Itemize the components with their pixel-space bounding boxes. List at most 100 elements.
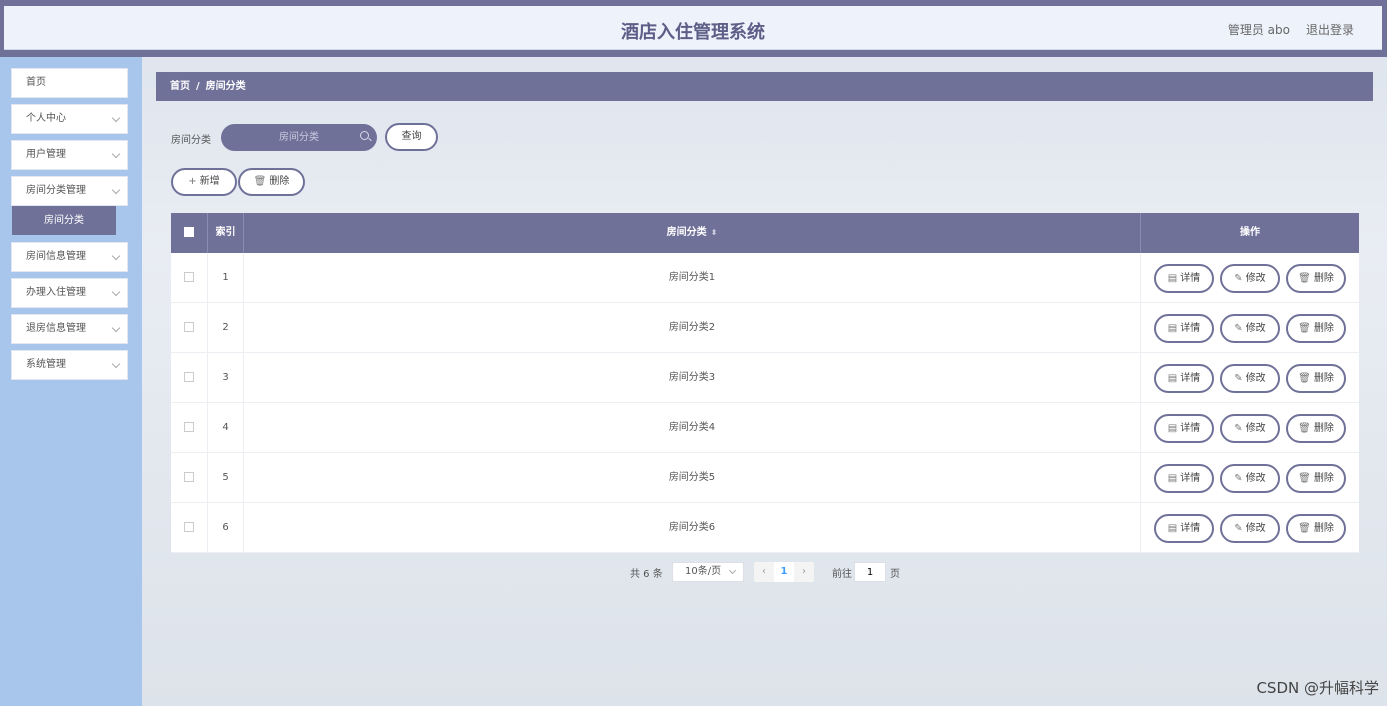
delete-button[interactable]: 🗑 删除 <box>1286 314 1346 343</box>
row-index: 6 <box>208 503 244 553</box>
detail-button-label: 详情 <box>1180 373 1201 384</box>
edit-button[interactable]: ✎ 修改 <box>1220 314 1280 343</box>
delete-button-label: 删除 <box>1313 373 1334 384</box>
document-icon: ▤ <box>1167 273 1178 284</box>
delete-button[interactable]: 🗑 删除 <box>1286 514 1346 543</box>
row-select[interactable] <box>171 253 208 303</box>
sidebar-item-label: 办理入住管理 <box>26 287 86 298</box>
sidebar-item-label: 用户管理 <box>26 149 66 160</box>
logout-link[interactable]: 退出登录 <box>1306 21 1354 38</box>
edit-button-label: 修改 <box>1245 373 1266 384</box>
edit-icon: ✎ <box>1234 523 1243 534</box>
breadcrumb-home[interactable]: 首页 <box>170 81 190 92</box>
row-checkbox[interactable] <box>184 422 194 432</box>
row-actions: ▤ 详情 ✎ 修改 🗑 删除 <box>1141 453 1359 503</box>
breadcrumb-current: 房间分类 <box>205 81 246 92</box>
sidebar-item-users[interactable]: 用户管理 <box>11 140 128 170</box>
row-index: 1 <box>208 253 244 303</box>
delete-button-label: 删除 <box>1313 473 1334 484</box>
delete-button[interactable]: 🗑 删除 <box>1286 414 1346 443</box>
row-checkbox[interactable] <box>184 522 194 532</box>
row-checkbox[interactable] <box>184 322 194 332</box>
edit-button-label: 修改 <box>1245 273 1266 284</box>
edit-button[interactable]: ✎ 修改 <box>1220 364 1280 393</box>
trash-icon: 🗑 <box>253 176 267 187</box>
breadcrumb: 首页 / 房间分类 <box>156 72 1373 101</box>
chevron-down-icon <box>111 287 121 297</box>
detail-button[interactable]: ▤ 详情 <box>1154 364 1214 393</box>
add-button[interactable]: + 新增 <box>171 168 237 196</box>
pagination-total: 共 6 条 <box>630 569 663 580</box>
header-actions: 操作 <box>1240 227 1260 238</box>
row-actions: ▤ 详情 ✎ 修改 🗑 删除 <box>1141 253 1359 303</box>
page-number[interactable]: 1 <box>774 562 794 582</box>
sidebar-item-system[interactable]: 系统管理 <box>11 350 128 380</box>
detail-button[interactable]: ▤ 详情 <box>1154 414 1214 443</box>
delete-button[interactable]: 🗑 删除 <box>1286 264 1346 293</box>
search-icon <box>360 131 369 140</box>
detail-button[interactable]: ▤ 详情 <box>1154 264 1214 293</box>
sidebar-item-checkin[interactable]: 办理入住管理 <box>11 278 128 308</box>
detail-button[interactable]: ▤ 详情 <box>1154 514 1214 543</box>
header-category[interactable]: 房间分类 ⬍ <box>244 213 1141 253</box>
document-icon: ▤ <box>1167 323 1178 334</box>
edit-button[interactable]: ✎ 修改 <box>1220 464 1280 493</box>
header-select-all[interactable] <box>171 213 208 253</box>
trash-icon: 🗑 <box>1298 423 1311 434</box>
room-category-table: 索引 房间分类 ⬍ 操作 1 房间分类1 ▤ 详情 ✎ 修改 🗑 删除 2 房间分类2 ▤ 详情 ✎ 修改 🗑… <box>171 213 1359 553</box>
next-page-button[interactable]: › <box>794 562 814 582</box>
edit-button-label: 修改 <box>1245 323 1266 334</box>
sort-icon[interactable]: ⬍ <box>711 213 718 253</box>
batch-delete-button[interactable]: 🗑 删除 <box>238 168 305 196</box>
search-input[interactable] <box>221 124 377 151</box>
detail-button[interactable]: ▤ 详情 <box>1154 314 1214 343</box>
delete-button-label: 删除 <box>269 176 290 187</box>
detail-button-label: 详情 <box>1180 423 1201 434</box>
sidebar: 首页 个人中心 用户管理 房间分类管理 房间分类 房间信息管理 办理入住管理 退… <box>0 57 142 706</box>
row-select[interactable] <box>171 403 208 453</box>
edit-button[interactable]: ✎ 修改 <box>1220 414 1280 443</box>
sidebar-item-label: 系统管理 <box>26 359 66 370</box>
delete-button[interactable]: 🗑 删除 <box>1286 464 1346 493</box>
row-category: 房间分类1 <box>244 253 1141 303</box>
sidebar-item-checkout[interactable]: 退房信息管理 <box>11 314 128 344</box>
row-select[interactable] <box>171 303 208 353</box>
sidebar-item-profile[interactable]: 个人中心 <box>11 104 128 134</box>
edit-button[interactable]: ✎ 修改 <box>1220 514 1280 543</box>
table-row: 5 房间分类5 ▤ 详情 ✎ 修改 🗑 删除 <box>171 453 1359 503</box>
main-content: 首页/房间分类 房间分类 查询 +新增 🗑删除 索引 房间分类⬍ 操作 1房间分… <box>142 57 1387 706</box>
chevron-down-icon <box>111 251 121 261</box>
add-button-label: 新增 <box>199 176 220 187</box>
row-checkbox[interactable] <box>184 472 194 482</box>
edit-button-label: 修改 <box>1245 423 1266 434</box>
prev-page-button[interactable]: ‹ <box>754 562 774 582</box>
row-index: 4 <box>208 403 244 453</box>
detail-button-label: 详情 <box>1180 273 1201 284</box>
goto-page-input[interactable] <box>854 562 886 582</box>
edit-icon: ✎ <box>1234 273 1243 284</box>
sidebar-subitem-room-category[interactable]: 房间分类 <box>12 206 116 235</box>
sidebar-item-room-info[interactable]: 房间信息管理 <box>11 242 128 272</box>
delete-button[interactable]: 🗑 删除 <box>1286 364 1346 393</box>
delete-button-label: 删除 <box>1313 273 1334 284</box>
row-checkbox[interactable] <box>184 272 194 282</box>
delete-button-label: 删除 <box>1313 523 1334 534</box>
row-select[interactable] <box>171 503 208 553</box>
sidebar-item-label: 房间信息管理 <box>26 251 86 262</box>
sidebar-item-room-category[interactable]: 房间分类管理 <box>11 176 128 206</box>
row-checkbox[interactable] <box>184 372 194 382</box>
select-all-checkbox[interactable] <box>184 227 194 237</box>
edit-button[interactable]: ✎ 修改 <box>1220 264 1280 293</box>
detail-button[interactable]: ▤ 详情 <box>1154 464 1214 493</box>
table-row: 4 房间分类4 ▤ 详情 ✎ 修改 🗑 删除 <box>171 403 1359 453</box>
plus-icon: + <box>188 176 197 187</box>
query-button[interactable]: 查询 <box>385 123 438 151</box>
page-unit-label: 页 <box>890 569 900 580</box>
row-select[interactable] <box>171 453 208 503</box>
row-category: 房间分类4 <box>244 403 1141 453</box>
page-size-value: 10条/页 <box>685 566 722 577</box>
row-select[interactable] <box>171 353 208 403</box>
page-size-select[interactable]: 10条/页 <box>672 562 744 582</box>
edit-icon: ✎ <box>1234 473 1243 484</box>
sidebar-item-home[interactable]: 首页 <box>11 68 128 98</box>
